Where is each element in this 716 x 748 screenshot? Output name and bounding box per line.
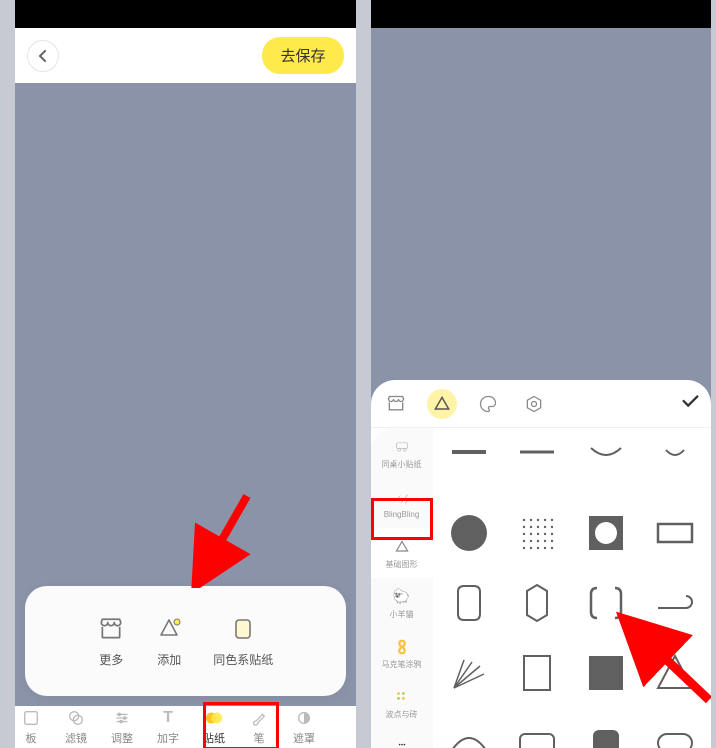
- add-button[interactable]: 添加: [155, 615, 183, 668]
- phone-left: 去保存 更多 添加 同色系贴纸 板: [15, 0, 356, 748]
- shape-arc-wide[interactable]: [441, 712, 498, 748]
- tab-store[interactable]: [381, 389, 411, 419]
- toolbar-text[interactable]: T 加字: [157, 708, 179, 746]
- shape-square-fill[interactable]: [578, 642, 635, 704]
- shape-arc-small[interactable]: [646, 432, 703, 494]
- shape-square-hole[interactable]: [578, 502, 635, 564]
- shape-triangle[interactable]: [646, 642, 703, 704]
- add-label: 添加: [157, 651, 181, 668]
- shape-hex-round[interactable]: [441, 572, 498, 634]
- brush-icon: [249, 708, 269, 728]
- toolbar-adjust[interactable]: 调整: [111, 708, 133, 746]
- shape-roundrect-thin[interactable]: [646, 712, 703, 748]
- confirm-button[interactable]: [679, 390, 701, 418]
- more-button[interactable]: 更多: [97, 615, 125, 668]
- tab-settings[interactable]: [519, 389, 549, 419]
- toolbar-ban[interactable]: 板: [21, 708, 41, 746]
- shape-bracket-top[interactable]: [441, 432, 498, 494]
- cat-shouhui[interactable]: 手绘涂鸦: [371, 728, 433, 748]
- cat-bodian[interactable]: 波点与砖: [371, 678, 433, 728]
- adjust-icon: [112, 708, 132, 728]
- shape-rays[interactable]: [441, 642, 498, 704]
- cat-bling[interactable]: BlingBling: [371, 478, 433, 528]
- shape-add-icon: [155, 615, 183, 643]
- sticker-quick-panel: 更多 添加 同色系贴纸: [25, 586, 346, 696]
- toolbar-sticker[interactable]: 贴纸: [203, 708, 225, 746]
- chevron-left-icon: [37, 50, 49, 62]
- template-icon: [21, 708, 41, 728]
- toolbar-mask[interactable]: 遮罩: [293, 708, 315, 746]
- shape-line[interactable]: [509, 432, 566, 494]
- shape-roundsquare-fill[interactable]: [578, 712, 635, 748]
- category-list[interactable]: 同桌小贴纸 BlingBling 基础图形 🐑 小羊貓 马克笔涂鸦: [371, 428, 433, 748]
- bottom-toolbar: 板 滤镜 调整 T 加字 贴纸 笔 遮罩: [15, 706, 356, 748]
- save-button[interactable]: 去保存: [262, 37, 343, 74]
- filter-icon: [66, 708, 86, 728]
- tab-palette[interactable]: [473, 389, 503, 419]
- toolbar-filter[interactable]: 滤镜: [65, 708, 87, 746]
- sticker-icon: [204, 708, 224, 728]
- panel-tabs: [371, 380, 712, 428]
- cat-tongzhuo[interactable]: 同桌小贴纸: [371, 428, 433, 478]
- sticker-sheet-icon: [229, 615, 257, 643]
- more-label: 更多: [99, 651, 123, 668]
- mask-icon: [294, 708, 314, 728]
- text-icon: T: [158, 708, 178, 728]
- sticker-panel: 同桌小贴纸 BlingBling 基础图形 🐑 小羊貓 马克笔涂鸦: [371, 380, 712, 748]
- shape-hook[interactable]: [646, 572, 703, 634]
- phone-right: 同桌小贴纸 BlingBling 基础图形 🐑 小羊貓 马克笔涂鸦: [371, 0, 712, 748]
- shape-rectangle-outline[interactable]: [509, 642, 566, 704]
- toolbar-brush[interactable]: 笔: [249, 708, 269, 746]
- cat-make[interactable]: 马克笔涂鸦: [371, 628, 433, 678]
- shape-grid: [433, 428, 712, 748]
- tab-shapes[interactable]: [427, 389, 457, 419]
- cat-xiaoyang[interactable]: 🐑 小羊貓: [371, 578, 433, 628]
- panel-body: 同桌小贴纸 BlingBling 基础图形 🐑 小羊貓 马克笔涂鸦: [371, 428, 712, 748]
- shape-circle-fill[interactable]: [441, 502, 498, 564]
- same-color-label: 同色系贴纸: [213, 651, 273, 668]
- shape-hexagon[interactable]: [509, 572, 566, 634]
- same-color-button[interactable]: 同色系贴纸: [213, 615, 273, 668]
- store-icon: [97, 615, 125, 643]
- status-bar: [15, 0, 356, 28]
- shape-roundrect-outline[interactable]: [509, 712, 566, 748]
- cat-jichu[interactable]: 基础图形: [371, 528, 433, 578]
- shape-brackets[interactable]: [578, 572, 635, 634]
- shape-rect-outline[interactable]: [646, 502, 703, 564]
- shape-arc-down[interactable]: [578, 432, 635, 494]
- top-bar: 去保存: [15, 28, 356, 83]
- shape-dots[interactable]: [509, 502, 566, 564]
- back-button[interactable]: [27, 40, 59, 72]
- status-bar: [371, 0, 712, 28]
